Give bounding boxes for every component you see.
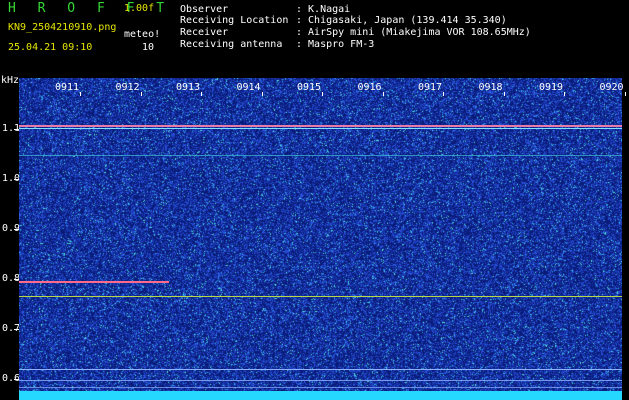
x-tick-label: 0911 — [55, 82, 80, 93]
signal-line-1100 — [19, 125, 622, 127]
x-tick-mark — [382, 92, 384, 96]
bottom-band — [19, 391, 622, 400]
signal-line-1050 — [19, 155, 622, 156]
antenna-value: : Maspro FM-3 — [296, 39, 375, 50]
signal-line-770 — [19, 296, 622, 297]
location-value: : Chigasaki, Japan (139.414 35.340) — [296, 15, 507, 26]
x-tick-mark — [261, 92, 263, 96]
x-tick-mark — [564, 92, 565, 96]
mode-label: meteo! — [124, 29, 161, 40]
x-tick-label: 0913 — [176, 82, 201, 93]
x-tick-label: 0912 — [115, 82, 140, 93]
x-tick-mark — [140, 92, 142, 96]
y-axis-unit: kHz — [1, 75, 20, 86]
datetime-label: 25.04.21 09:10 — [8, 42, 93, 53]
x-tick-mark — [322, 92, 323, 96]
x-tick-mark — [503, 92, 505, 96]
x-tick-mark — [443, 92, 444, 96]
signal-line-1100-b — [19, 128, 622, 129]
header-panel: H R O F F T 1.00f KN9_2504210910.png 25.… — [0, 0, 629, 76]
spectrogram-plot — [19, 78, 622, 400]
x-tick-label: 0920 — [599, 82, 624, 93]
x-tick-mark — [201, 92, 202, 96]
x-tick-mark — [80, 92, 81, 96]
x-tick-mark — [624, 92, 626, 96]
location-label: Receiving Location — [180, 15, 289, 26]
mode-value: 10 — [142, 42, 155, 53]
x-tick-label: 0914 — [236, 82, 261, 93]
signal-line-595 — [19, 387, 622, 388]
receiver-value: : AirSpy mini (Miakejima VOR 108.65MHz) — [296, 27, 531, 38]
signal-line-625 — [19, 369, 622, 370]
x-tick-label: 0917 — [418, 82, 443, 93]
x-tick-label: 0918 — [478, 82, 503, 93]
x-tick-label: 0919 — [539, 82, 564, 93]
filename-label: KN9_2504210910.png — [8, 22, 117, 33]
x-tick-label: 0915 — [297, 82, 322, 93]
signal-line-795 — [19, 281, 169, 283]
version-label: 1.00f — [124, 3, 155, 14]
antenna-label: Receiving antenna — [180, 39, 283, 50]
signal-line-605 — [19, 380, 622, 381]
receiver-label: Receiver — [180, 27, 229, 38]
x-tick-label: 0916 — [357, 82, 382, 93]
